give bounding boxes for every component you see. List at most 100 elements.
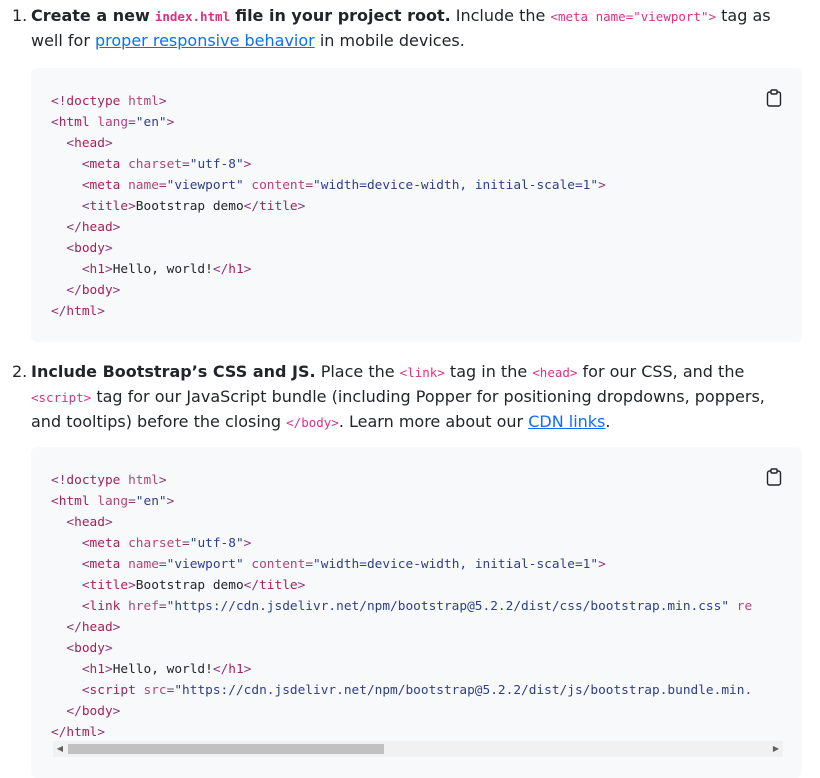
code-token: "https://cdn.jsdelivr.net/npm/bootstrap@… <box>174 683 754 698</box>
scrollbar-thumb[interactable] <box>68 744 384 754</box>
code-token: </ <box>66 220 82 235</box>
code-token: "utf-8" <box>189 536 244 551</box>
code-token: > <box>112 220 121 235</box>
step-2: 2. Include Bootstrap’s CSS and JS. Place… <box>0 360 800 432</box>
copy-button[interactable] <box>766 468 782 486</box>
step-1-lead: Create a new <box>31 6 150 25</box>
code-token: < <box>81 178 90 193</box>
code-line: <html lang="en"> <box>51 491 754 512</box>
code-token: </ <box>212 662 229 677</box>
code-token: "width=device-width, initial-scale=1" <box>313 557 599 572</box>
code-token: </ <box>51 725 67 740</box>
code-line: </body> <box>51 280 754 301</box>
code-token: = <box>158 178 167 193</box>
code-token: < <box>81 199 90 214</box>
horizontal-scrollbar[interactable]: ◀ ▶ <box>53 741 783 757</box>
step-number: 2. <box>12 362 28 381</box>
code-token: meta <box>89 157 121 172</box>
code-token: h1 <box>228 262 244 277</box>
code-token: > <box>158 94 167 109</box>
code-token: > <box>104 136 113 151</box>
code-token: "width=device-width, initial-scale=1" <box>313 178 599 193</box>
step-2-text-d: tag for <box>96 387 150 406</box>
code-token: > <box>166 494 175 509</box>
code-token: body <box>74 641 105 656</box>
step-1-text-a: Include the <box>455 6 546 25</box>
code-line: <head> <box>51 133 754 154</box>
code-token: html <box>58 115 90 130</box>
code-line: <head> <box>51 512 754 533</box>
meta-viewport-code: <meta name="viewport"> <box>550 9 717 24</box>
code-token: </ <box>66 704 82 719</box>
code-token: = <box>128 115 136 130</box>
body-close-code: </body> <box>286 415 339 430</box>
code-line: <meta name="viewport" content="width=dev… <box>51 554 754 575</box>
code-token: title <box>259 199 298 214</box>
arrow-left-icon[interactable]: ◀ <box>53 741 67 757</box>
code-token: > <box>243 536 252 551</box>
code-line: <!doctype html> <box>51 91 754 112</box>
code-token: = <box>305 178 314 193</box>
code-token: <! <box>51 473 67 488</box>
code-token: html <box>58 494 90 509</box>
code-token: script <box>89 683 136 698</box>
code-token: Hello, world! <box>112 262 213 277</box>
code-token: <! <box>51 94 67 109</box>
code-line: <script src="https://cdn.jsdelivr.net/np… <box>51 680 754 701</box>
code-token: </ <box>212 262 229 277</box>
step-2-text-b: tag in the <box>449 362 528 381</box>
code-token: lang <box>89 494 129 509</box>
code-line: <!doctype html> <box>51 470 754 491</box>
code-token: name <box>120 178 159 193</box>
code-token: > <box>104 241 113 256</box>
code-token: "en" <box>135 494 167 509</box>
code-token: < <box>81 536 90 551</box>
code-token: < <box>81 262 90 277</box>
copy-button[interactable] <box>766 89 782 107</box>
code-token: "https://cdn.jsdelivr.net/npm/bootstrap@… <box>166 599 730 614</box>
code-token: h1 <box>89 662 105 677</box>
code-token: "viewport" <box>166 557 244 572</box>
code-token: > <box>128 199 136 214</box>
code-token: < <box>81 157 90 172</box>
code-token: < <box>81 599 90 614</box>
step-1-lead-tail: file in your project root. <box>235 6 451 25</box>
code-token: > <box>128 578 136 593</box>
code-line: <meta name="viewport" content="width=dev… <box>51 175 754 196</box>
step-2-text-a: Place the <box>320 362 395 381</box>
code-token: = <box>182 157 190 172</box>
code-token: Bootstrap demo <box>135 578 244 593</box>
code-token: > <box>112 704 121 719</box>
code-token: = <box>158 599 167 614</box>
step-1-text: Create a new index.html file in your pro… <box>31 4 800 53</box>
step-2-text-c: for our CSS, and the <box>582 362 745 381</box>
code-token: doctype <box>66 94 121 109</box>
code-line: <body> <box>51 238 754 259</box>
code-token: h1 <box>228 662 244 677</box>
code-token: = <box>158 557 167 572</box>
code-token: </ <box>66 620 82 635</box>
responsive-behavior-link[interactable]: proper responsive behavior <box>95 31 315 50</box>
code-line: <body> <box>51 638 754 659</box>
arrow-right-icon[interactable]: ▶ <box>769 741 783 757</box>
code-token: lang <box>89 115 129 130</box>
code-token: > <box>598 557 606 572</box>
cdn-links-link[interactable]: CDN links <box>528 412 605 431</box>
code-token: "utf-8" <box>189 157 244 172</box>
code-token: > <box>104 262 113 277</box>
step-2-text-g: . <box>605 412 611 431</box>
code-token: html <box>120 94 159 109</box>
code-token: charset <box>120 536 183 551</box>
